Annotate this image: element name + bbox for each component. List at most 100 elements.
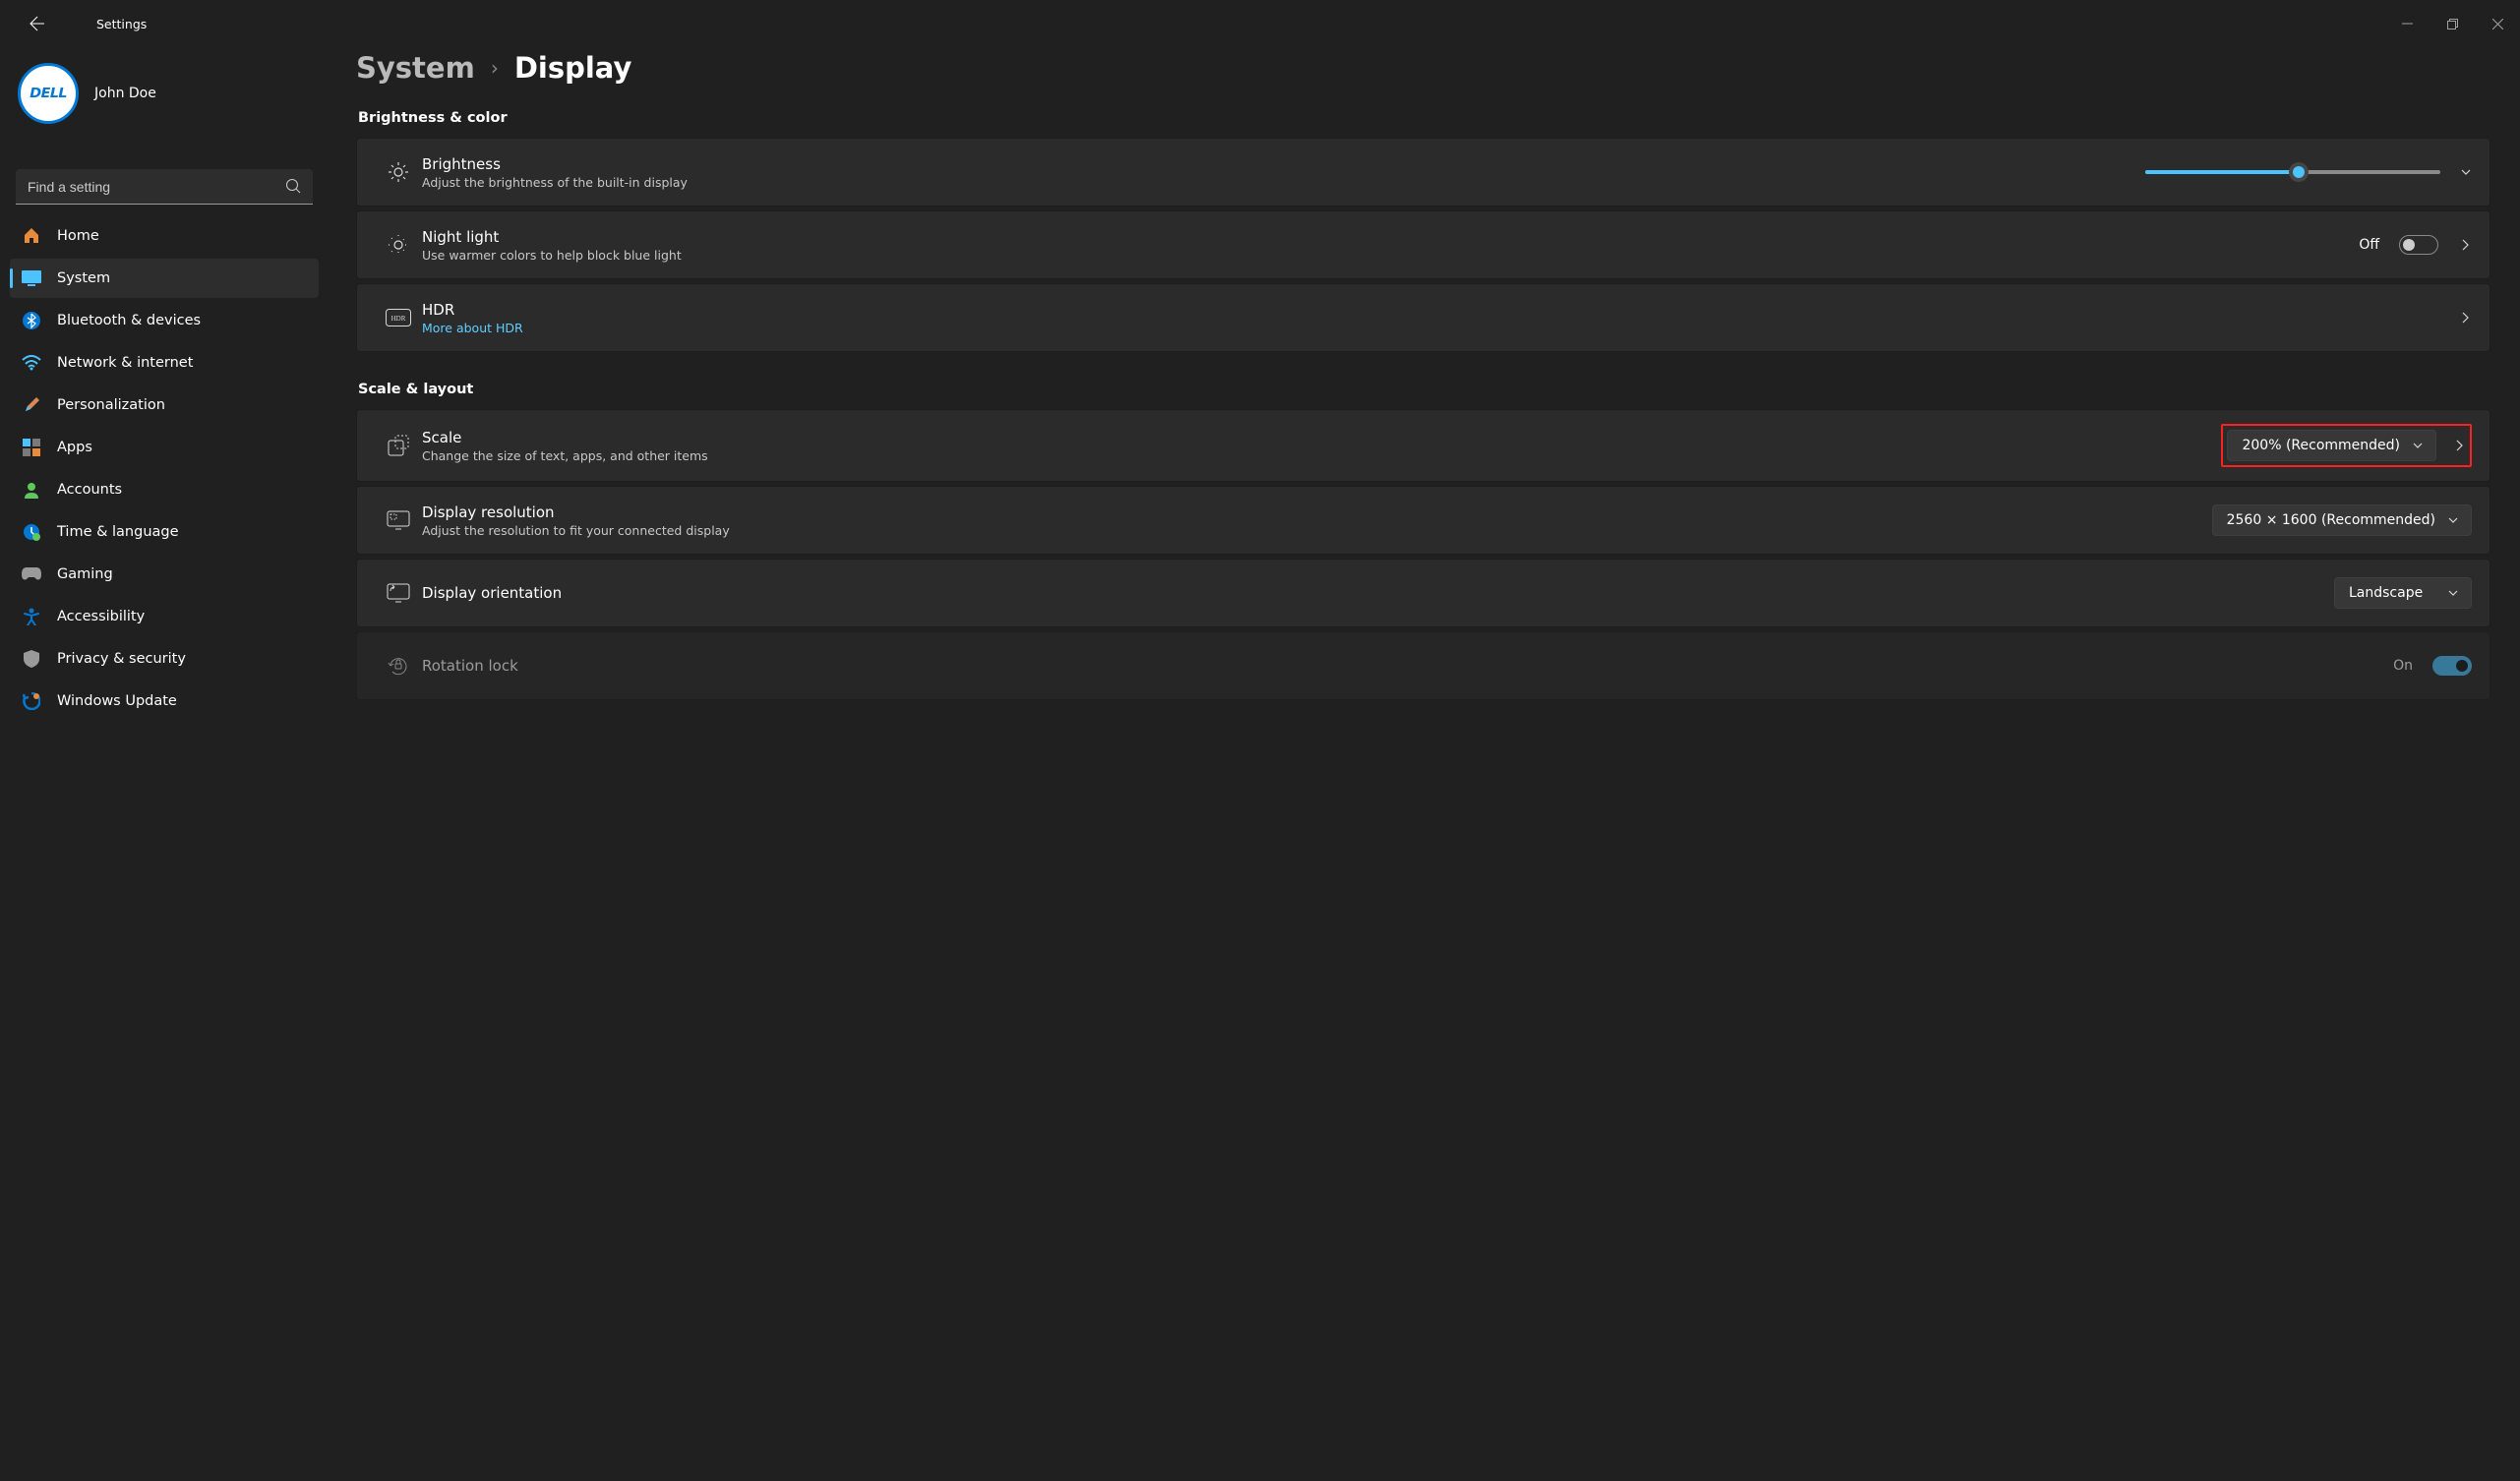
sidebar-item-label: Network & internet xyxy=(57,355,193,371)
nightlight-toggle[interactable] xyxy=(2399,235,2438,255)
back-button[interactable] xyxy=(18,4,57,43)
close-button[interactable] xyxy=(2475,4,2520,43)
card-hdr[interactable]: HDR HDR More about HDR xyxy=(356,283,2490,352)
chevron-down-icon xyxy=(2447,514,2459,526)
card-resolution[interactable]: Display resolution Adjust the resolution… xyxy=(356,486,2490,555)
card-title: Night light xyxy=(422,228,2359,246)
search-input[interactable] xyxy=(16,169,313,205)
chevron-right-icon[interactable] xyxy=(2458,311,2472,325)
sidebar-item-label: Home xyxy=(57,228,99,244)
orientation-icon xyxy=(375,583,422,603)
maximize-icon xyxy=(2447,19,2458,30)
maximize-button[interactable] xyxy=(2430,4,2475,43)
system-icon xyxy=(22,268,41,288)
slider-thumb[interactable] xyxy=(2289,162,2309,182)
card-rotation-lock: Rotation lock On xyxy=(356,631,2490,700)
sidebar-item-time[interactable]: Time & language xyxy=(10,512,319,552)
home-icon xyxy=(22,226,41,246)
clock-globe-icon xyxy=(22,522,41,542)
chevron-right-icon: › xyxy=(491,56,499,80)
card-title: Display resolution xyxy=(422,504,2212,521)
hdr-icon: HDR xyxy=(375,309,422,326)
bluetooth-icon xyxy=(22,311,41,330)
sidebar-item-home[interactable]: Home xyxy=(10,216,319,256)
sidebar-item-accessibility[interactable]: Accessibility xyxy=(10,597,319,636)
sidebar-item-accounts[interactable]: Accounts xyxy=(10,470,319,509)
accessibility-icon xyxy=(22,607,41,626)
page-title: Display xyxy=(514,51,632,85)
sidebar-item-label: System xyxy=(57,270,110,286)
chevron-right-icon[interactable] xyxy=(2458,238,2472,252)
sidebar-item-label: Privacy & security xyxy=(57,651,186,667)
profile-block[interactable]: DELL John Doe xyxy=(10,57,319,142)
card-title: Brightness xyxy=(422,155,2145,173)
search-icon xyxy=(285,178,301,198)
window-title: Settings xyxy=(96,17,147,31)
highlight-annotation: 200% (Recommended) xyxy=(2221,424,2472,467)
username: John Doe xyxy=(94,86,156,101)
resolution-icon xyxy=(375,510,422,530)
sidebar-item-bluetooth[interactable]: Bluetooth & devices xyxy=(10,301,319,340)
minimize-icon xyxy=(2402,19,2413,30)
update-icon xyxy=(22,691,41,711)
rotation-lock-toggle xyxy=(2432,656,2472,676)
card-nightlight[interactable]: Night light Use warmer colors to help bl… xyxy=(356,210,2490,279)
svg-text:HDR: HDR xyxy=(391,315,406,323)
chevron-down-icon[interactable] xyxy=(2460,166,2472,178)
nightlight-icon xyxy=(375,234,422,256)
sidebar-item-label: Accounts xyxy=(57,482,122,498)
sidebar-item-apps[interactable]: Apps xyxy=(10,428,319,467)
card-title: Scale xyxy=(422,429,2221,446)
scale-dropdown[interactable]: 200% (Recommended) xyxy=(2227,430,2436,461)
card-title: HDR xyxy=(422,301,2458,319)
window-controls xyxy=(2384,4,2520,43)
shield-icon xyxy=(22,649,41,669)
sidebar-item-update[interactable]: Windows Update xyxy=(10,681,319,721)
breadcrumb: System › Display xyxy=(356,51,2490,85)
sidebar-item-label: Personalization xyxy=(57,397,165,413)
card-subtitle: Adjust the resolution to fit your connec… xyxy=(422,523,2212,538)
sidebar-item-label: Bluetooth & devices xyxy=(57,313,201,328)
sidebar-item-system[interactable]: System xyxy=(10,259,319,298)
dropdown-value: Landscape xyxy=(2349,585,2423,601)
chevron-down-icon xyxy=(2412,440,2424,451)
toggle-label: On xyxy=(2393,658,2413,674)
card-orientation[interactable]: Display orientation Landscape xyxy=(356,559,2490,627)
chevron-right-icon[interactable] xyxy=(2452,439,2466,452)
sun-icon xyxy=(375,161,422,183)
content: System › Display Brightness & color Brig… xyxy=(325,47,2520,1481)
card-subtitle: Adjust the brightness of the built-in di… xyxy=(422,175,2145,190)
titlebar: Settings xyxy=(0,0,2520,47)
chevron-down-icon xyxy=(2447,587,2459,599)
gamepad-icon xyxy=(22,564,41,584)
card-title: Display orientation xyxy=(422,584,2334,602)
dell-logo-icon: DELL xyxy=(30,87,67,101)
card-brightness[interactable]: Brightness Adjust the brightness of the … xyxy=(356,138,2490,207)
sidebar-item-network[interactable]: Network & internet xyxy=(10,343,319,383)
nav: Home System Bluetooth & devices Network … xyxy=(10,216,319,721)
back-arrow-icon xyxy=(30,16,45,31)
sidebar: DELL John Doe Home System Bluetooth & de… xyxy=(0,47,325,1481)
paintbrush-icon xyxy=(22,395,41,415)
apps-icon xyxy=(22,438,41,457)
sidebar-item-label: Windows Update xyxy=(57,693,177,709)
wifi-icon xyxy=(22,353,41,373)
section-heading-brightness: Brightness & color xyxy=(358,110,2490,126)
search-wrapper xyxy=(16,169,313,205)
card-scale[interactable]: Scale Change the size of text, apps, and… xyxy=(356,409,2490,482)
person-icon xyxy=(22,480,41,500)
scale-icon xyxy=(375,435,422,456)
sidebar-item-personalization[interactable]: Personalization xyxy=(10,385,319,425)
hdr-link[interactable]: More about HDR xyxy=(422,321,2458,335)
orientation-dropdown[interactable]: Landscape xyxy=(2334,577,2472,609)
brightness-slider[interactable] xyxy=(2145,170,2440,174)
sidebar-item-gaming[interactable]: Gaming xyxy=(10,555,319,594)
breadcrumb-parent[interactable]: System xyxy=(356,51,475,85)
resolution-dropdown[interactable]: 2560 × 1600 (Recommended) xyxy=(2212,504,2472,536)
card-title: Rotation lock xyxy=(422,657,2393,675)
sidebar-item-label: Accessibility xyxy=(57,609,145,624)
sidebar-item-label: Time & language xyxy=(57,524,179,540)
minimize-button[interactable] xyxy=(2384,4,2430,43)
sidebar-item-privacy[interactable]: Privacy & security xyxy=(10,639,319,679)
avatar: DELL xyxy=(18,63,79,124)
